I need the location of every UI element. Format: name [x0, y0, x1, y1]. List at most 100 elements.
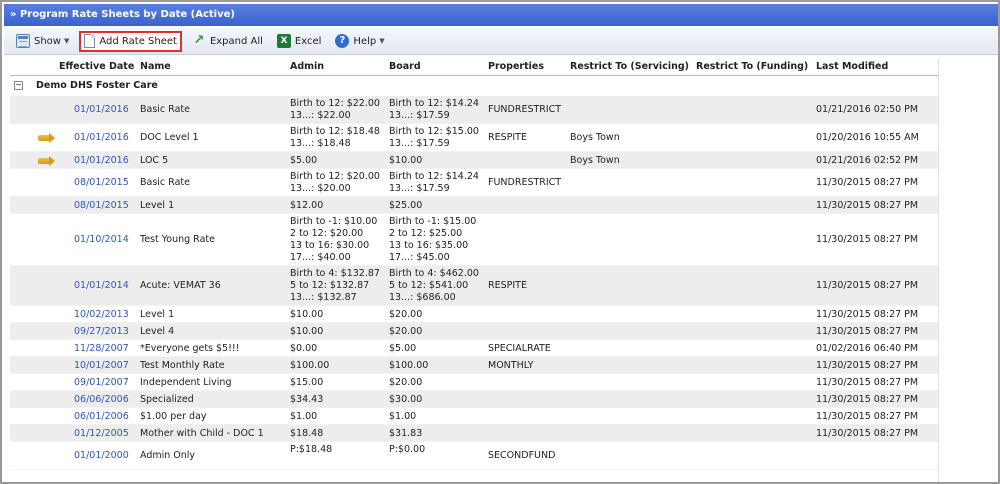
admin-cell: $10.00 [290, 326, 323, 338]
properties-cell: FUNDRESTRICT [488, 104, 562, 115]
column-header-properties[interactable]: Properties [488, 61, 544, 72]
table-row[interactable]: 08/01/2015 Level 1 $12.00 $25.00 11/30/2015 … [10, 197, 938, 214]
panel-title: » Program Rate Sheets by Date (Active) [4, 4, 998, 26]
rate-line: Birth to 12: $14.24 [389, 98, 479, 109]
effective-date-cell[interactable]: 10/01/2007 [74, 360, 129, 372]
table-row[interactable]: 10/01/2007 Test Monthly Rate $100.00 $100.0… [10, 357, 938, 374]
rate-line: $1.00 [389, 411, 417, 422]
excel-icon: X [276, 34, 291, 48]
grid-right-border [938, 58, 939, 482]
board-cell: Birth to -1: $15.00 2 to 12: $25.00 13 to … [389, 216, 476, 264]
column-header-name[interactable]: Name [140, 61, 171, 72]
rate-line: Birth to 4: $132.87 [290, 268, 380, 279]
rate-line: 13...: $17.59 [389, 138, 450, 149]
board-cell: Birth to 12: $14.24 13...: $17.59 [389, 171, 479, 195]
effective-date-cell[interactable]: 08/01/2015 [74, 200, 129, 212]
name-cell: LOC 5 [140, 155, 169, 166]
properties-cell: MONTHLY [488, 360, 534, 371]
admin-cell: Birth to 4: $132.87 5 to 12: $132.87 13...… [290, 268, 380, 304]
admin-cell: $5.00 [290, 155, 317, 167]
rate-line: 13...: $18.48 [290, 138, 351, 149]
table-row[interactable]: 09/01/2007 Independent Living $15.00 $20.00… [10, 374, 938, 391]
rate-line: $10.00 [290, 326, 324, 337]
table-row[interactable]: 06/06/2006 Specialized $34.43 $30.00 11/30/2… [10, 391, 938, 408]
excel-export-button[interactable]: X Excel [273, 31, 326, 52]
properties-cell: FUNDRESTRICT [488, 177, 562, 188]
column-header-last-modified[interactable]: Last Modified [816, 61, 888, 72]
rate-line: 5 to 12: $132.87 [290, 280, 370, 291]
grid-header: Effective Date Name Admin Board Properti… [10, 58, 938, 76]
window-frame: » Program Rate Sheets by Date (Active) S… [0, 0, 1000, 484]
last-modified-cell: 11/30/2015 08:27 PM [816, 428, 919, 439]
rate-line: Birth to 12: $15.00 [389, 126, 479, 137]
expand-all-label: Expand All [209, 35, 263, 47]
effective-date-cell[interactable]: 01/01/2014 [74, 280, 129, 292]
table-row[interactable]: 01/01/2016 LOC 5 $5.00 $10.00 Boys Town 01/21… [10, 152, 938, 169]
name-cell: Test Monthly Rate [140, 360, 225, 371]
effective-date-cell[interactable]: 08/01/2015 [74, 177, 129, 189]
rate-line: $100.00 [290, 360, 330, 371]
table-row[interactable]: 01/01/2016 Basic Rate Birth to 12: $22.00 1… [10, 96, 938, 124]
effective-date-cell[interactable]: 09/01/2007 [74, 377, 129, 389]
effective-date-cell[interactable]: 01/10/2014 [74, 234, 129, 246]
add-rate-sheet-label: Add Rate Sheet [99, 35, 177, 47]
name-cell: Test Young Rate [140, 234, 215, 245]
effective-date-cell[interactable]: 11/28/2007 [74, 343, 129, 355]
show-menu-button[interactable]: Show ▼ [12, 31, 73, 52]
rate-line: $34.43 [290, 394, 324, 405]
rate-line: $100.00 [389, 360, 429, 371]
rate-line: 17...: $45.00 [389, 252, 450, 263]
name-cell: Specialized [140, 394, 194, 405]
rate-line: $20.00 [389, 377, 423, 388]
rate-line: $1.00 [290, 411, 318, 422]
rate-line: 2 to 12: $20.00 [290, 228, 364, 239]
table-row[interactable]: 01/01/2016 DOC Level 1 Birth to 12: $18.48… [10, 124, 938, 152]
rate-line [389, 456, 425, 468]
help-menu-button[interactable]: ? Help ▼ [331, 31, 388, 52]
rate-line: $12.00 [290, 200, 324, 211]
table-row[interactable]: 08/01/2015 Basic Rate Birth to 12: $20.00 1… [10, 169, 938, 197]
table-row[interactable]: 11/28/2007 *Everyone gets $5!!! $0.00 $5.00… [10, 340, 938, 357]
column-header-effective-date[interactable]: Effective Date [59, 61, 134, 72]
admin-cell: $10.00 [290, 309, 323, 321]
effective-date-cell[interactable]: 01/01/2016 [74, 155, 129, 167]
table-row[interactable]: 01/12/2005 Mother with Child - DOC 1 $18.4… [10, 425, 938, 442]
column-header-restrict-servicing[interactable]: Restrict To (Servicing) [570, 61, 689, 72]
column-header-admin[interactable]: Admin [290, 61, 324, 72]
rate-line: $10.00 [389, 155, 423, 166]
collapse-toggle-icon[interactable]: − [14, 81, 23, 90]
properties-cell: RESPITE [488, 280, 527, 291]
effective-date-cell[interactable]: 01/12/2005 [74, 428, 129, 440]
group-row: − Demo DHS Foster Care [10, 76, 938, 96]
table-row[interactable]: 01/01/2000 Admin Only P:$18.48 P:$0.00 SECON… [10, 442, 938, 470]
column-header-restrict-funding[interactable]: Restrict To (Funding) [696, 61, 808, 72]
board-cell: $10.00 [389, 155, 422, 167]
group-label: Demo DHS Foster Care [36, 80, 158, 91]
column-header-board[interactable]: Board [389, 61, 421, 72]
board-cell: $20.00 [389, 326, 422, 338]
rate-line: Birth to 12: $22.00 [290, 98, 380, 109]
table-row[interactable]: 06/01/2006 $1.00 per day $1.00 $1.00 11/30/2… [10, 408, 938, 425]
name-cell: Acute: VEMAT 36 [140, 280, 221, 291]
table-row[interactable]: 01/01/2014 Acute: VEMAT 36 Birth to 4: $13… [10, 266, 938, 306]
effective-date-cell[interactable]: 09/27/2013 [74, 326, 129, 338]
rate-line: P:$18.48 [290, 444, 333, 455]
effective-date-cell[interactable]: 10/02/2013 [74, 309, 129, 321]
board-cell: Birth to 12: $14.24 13...: $17.59 [389, 98, 479, 122]
name-cell: Mother with Child - DOC 1 [140, 428, 264, 439]
add-rate-sheet-button[interactable]: Add Rate Sheet [79, 30, 182, 52]
name-cell: Level 4 [140, 326, 175, 337]
effective-date-cell[interactable]: 01/01/2016 [74, 132, 129, 144]
table-row[interactable]: 09/27/2013 Level 4 $10.00 $20.00 11/30/2015 … [10, 323, 938, 340]
expand-all-button[interactable]: ↗ Expand All [188, 31, 267, 52]
table-row[interactable]: 01/10/2014 Test Young Rate Birth to -1: $1… [10, 214, 938, 266]
table-row[interactable]: 10/02/2013 Level 1 $10.00 $20.00 11/30/2015 … [10, 306, 938, 323]
effective-date-cell[interactable]: 01/01/2016 [74, 104, 129, 116]
name-cell: DOC Level 1 [140, 132, 199, 143]
effective-date-cell[interactable]: 06/01/2006 [74, 411, 129, 423]
effective-date-cell[interactable]: 01/01/2000 [74, 450, 129, 462]
last-modified-cell: 11/30/2015 08:27 PM [816, 411, 919, 422]
effective-date-cell[interactable]: 06/06/2006 [74, 394, 129, 406]
admin-cell: P:$18.48 [290, 444, 332, 468]
admin-cell: Birth to 12: $20.00 13...: $20.00 [290, 171, 380, 195]
